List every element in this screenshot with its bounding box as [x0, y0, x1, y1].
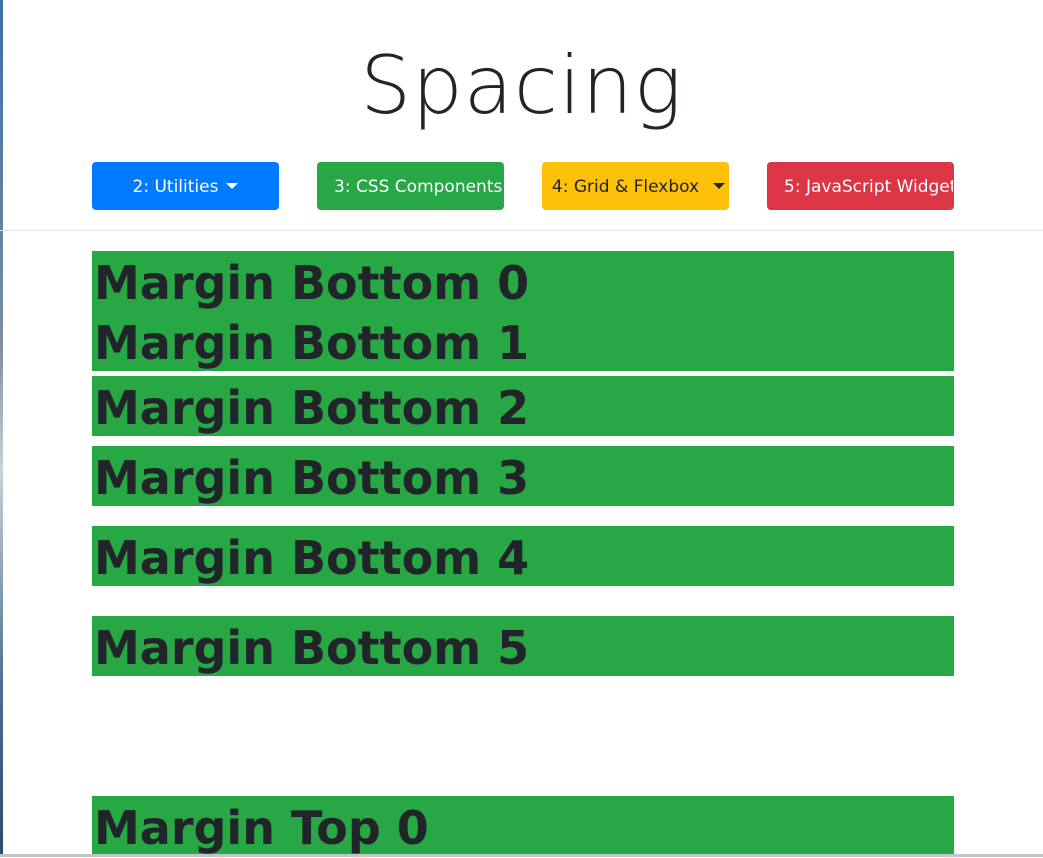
- javascript-widgets-button-label: 5: JavaScript Widgets: [784, 177, 954, 197]
- margin-bottom-3-block: Margin Bottom 3: [92, 446, 954, 506]
- grid-flexbox-dropdown-button[interactable]: 4: Grid & Flexbox: [542, 162, 729, 210]
- css-components-button-label: 3: CSS Components: [334, 177, 503, 197]
- margin-bottom-2-text: Margin Bottom 2: [94, 381, 530, 435]
- margin-bottom-0-text: Margin Bottom 0: [94, 256, 530, 310]
- page-title: Spacing: [360, 39, 683, 132]
- margin-top-0-text: Margin Top 0: [94, 801, 429, 855]
- margin-bottom-2-block: Margin Bottom 2: [92, 376, 954, 436]
- margin-top-0-block: Margin Top 0: [92, 796, 954, 855]
- margin-bottom-1-block: Margin Bottom 1: [92, 311, 954, 371]
- margin-bottom-4-text: Margin Bottom 4: [94, 531, 530, 585]
- grid-flexbox-button-label: 4: Grid & Flexbox: [551, 177, 700, 197]
- chevron-down-icon: [226, 183, 239, 189]
- css-components-dropdown-button[interactable]: 3: CSS Components: [317, 162, 504, 210]
- chevron-down-icon: [713, 183, 726, 189]
- javascript-widgets-dropdown-button[interactable]: 5: JavaScript Widgets: [767, 162, 954, 210]
- margin-bottom-5-text: Margin Bottom 5: [94, 621, 530, 675]
- margin-bottom-0-block: Margin Bottom 0: [92, 251, 954, 311]
- header-divider: [0, 230, 1043, 231]
- margin-bottom-3-text: Margin Bottom 3: [94, 451, 530, 505]
- margin-bottom-4-block: Margin Bottom 4: [92, 526, 954, 586]
- utilities-dropdown-button[interactable]: 2: Utilities: [92, 162, 279, 210]
- margin-bottom-5-block: Margin Bottom 5: [92, 616, 954, 676]
- utilities-button-label: 2: Utilities: [132, 177, 219, 197]
- margin-bottom-1-text: Margin Bottom 1: [94, 316, 530, 370]
